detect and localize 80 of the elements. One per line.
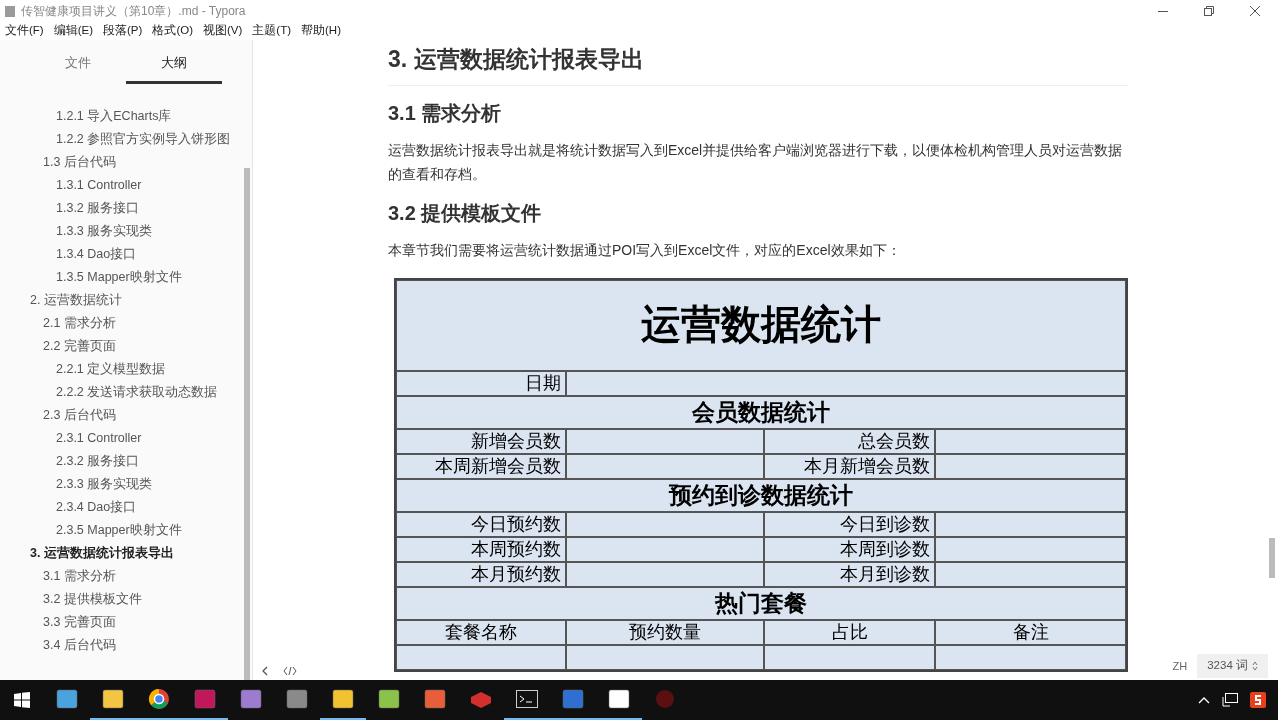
outline-item[interactable]: 2.3.2 服务接口 (0, 449, 242, 472)
close-icon (1250, 6, 1260, 16)
sheet-cell: 今日到诊数 (764, 511, 935, 537)
sheet-cell: 日期 (396, 370, 566, 396)
sheet-title: 运营数据统计 (641, 301, 881, 349)
outline-item[interactable]: 3.3 完善页面 (0, 610, 242, 633)
app-icon[interactable] (102, 689, 124, 709)
menu-item[interactable]: 段落(P) (98, 22, 148, 40)
outline-item[interactable]: 3. 运营数据统计报表导出 (0, 541, 242, 564)
outline-item[interactable]: 2.2 完善页面 (0, 334, 242, 357)
outline-item[interactable]: 2.3.3 服务实现类 (0, 472, 242, 495)
outline-item[interactable]: 2.2.2 发送请求获取动态数据 (0, 380, 242, 403)
sheet-section-title: 热门套餐 (396, 586, 1126, 620)
outline-item[interactable]: 1.3.5 Mapper映射文件 (0, 265, 242, 288)
sheet-cell: 本周到诊数 (764, 536, 935, 562)
chevron-left-icon[interactable] (261, 666, 269, 676)
word-count-button[interactable]: 3234 词 (1197, 654, 1268, 678)
sheet-cell: 本月预约数 (396, 561, 566, 587)
subheading: 3.2 提供模板文件 (388, 200, 543, 226)
window-title: 传智健康项目讲义（第10章）.md - Typora (21, 3, 246, 20)
app-icon[interactable] (332, 689, 354, 709)
sidebar-tab[interactable]: 大纲 (126, 50, 222, 84)
restore-icon (1204, 6, 1214, 16)
minimize-icon (1158, 10, 1168, 12)
app-icon[interactable] (56, 689, 78, 709)
sheet-cell: 本周预约数 (396, 536, 566, 562)
sheet-cell: 本月新增会员数 (764, 453, 935, 479)
outline-item[interactable]: 2.3 后台代码 (0, 403, 242, 426)
app-icon[interactable] (378, 689, 400, 709)
sheet-header-cell: 占比 (764, 619, 935, 645)
menu-item[interactable]: 编辑(E) (48, 22, 99, 40)
sheet-cell: 本周新增会员数 (396, 453, 566, 479)
sheet-section-title: 预约到诊数据统计 (396, 478, 1126, 512)
up-down-icon (1252, 661, 1258, 671)
sheet-header-cell: 套餐名称 (396, 619, 566, 645)
outline-item[interactable]: 2.1 需求分析 (0, 311, 242, 334)
outline-item[interactable]: 2.3.5 Mapper映射文件 (0, 518, 242, 541)
paragraph: 本章节我们需要将运营统计数据通过POI写入到Excel文件，对应的Excel效果如下： (388, 240, 902, 260)
scrollbar-thumb[interactable] (244, 168, 250, 680)
outline-item[interactable]: 1.2.2 参照官方实例导入饼形图 (0, 127, 242, 150)
sheet-header-cell: 备注 (935, 619, 1126, 645)
input-method-icon[interactable] (1250, 692, 1266, 708)
app-logo-icon (5, 5, 15, 17)
sheet-cell: 今日预约数 (396, 511, 566, 537)
menu-item[interactable]: 格式(O) (147, 22, 198, 40)
menu-item[interactable]: 帮助(H) (296, 22, 346, 40)
outline-item[interactable]: 3.4 后台代码 (0, 633, 242, 656)
outline-item[interactable]: 1.3.4 Dao接口 (0, 242, 242, 265)
outline-item[interactable]: 2.3.4 Dao接口 (0, 495, 242, 518)
code-icon[interactable] (283, 666, 297, 676)
heading: 3. 运营数据统计报表导出 (388, 42, 1128, 86)
chevron-up-icon[interactable] (1198, 696, 1210, 704)
outline-item[interactable]: 1.3.3 服务实现类 (0, 219, 242, 242)
sheet-section-title: 会员数据统计 (396, 395, 1126, 429)
terminal-icon[interactable] (516, 690, 538, 708)
app-icon[interactable] (608, 689, 630, 709)
outline-item[interactable]: 2. 运营数据统计 (0, 288, 242, 311)
outline-item[interactable]: 2.2.1 定义模型数据 (0, 357, 242, 380)
sheet-header-cell: 预约数量 (566, 619, 764, 645)
outline-item[interactable]: 3.1 需求分析 (0, 564, 242, 587)
subheading: 3.1 需求分析 (388, 100, 503, 126)
outline-item[interactable]: 1.3 后台代码 (0, 150, 242, 173)
sheet-cell: 本月到诊数 (764, 561, 935, 587)
scrollbar-thumb[interactable] (1269, 538, 1275, 578)
outline-item[interactable]: 1.2.1 导入ECharts库 (0, 104, 242, 127)
sidebar-tab[interactable]: 文件 (30, 50, 126, 84)
network-icon[interactable] (1222, 693, 1238, 707)
outline-item[interactable]: 1.3.2 服务接口 (0, 196, 242, 219)
outline-item[interactable]: 2.3.1 Controller (0, 426, 242, 449)
outline-item[interactable]: 1.3.1 Controller (0, 173, 242, 196)
chrome-icon[interactable] (148, 688, 170, 710)
windows-logo-icon[interactable] (14, 692, 30, 708)
paragraph: 运营数据统计报表导出就是将统计数据写入到Excel并提供给客户端浏览器进行下载，以便体检机构管理人员对运营数据的查看和存档。 (388, 140, 1124, 184)
menu-item[interactable]: 视图(V) (198, 22, 248, 40)
sheet-cell: 新增会员数 (396, 428, 566, 454)
menu-item[interactable]: 文件(F) (0, 22, 49, 40)
menu-item[interactable]: 主题(T) (247, 22, 296, 40)
language-indicator: ZH (1171, 658, 1189, 674)
outline-item[interactable]: 3.2 提供模板文件 (0, 587, 242, 610)
sheet-cell: 总会员数 (764, 428, 935, 454)
